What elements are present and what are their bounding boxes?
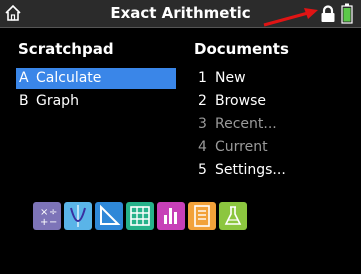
menu-item-calculate[interactable]: A Calculate bbox=[16, 68, 176, 89]
menu-item-settings[interactable]: 5 Settings... bbox=[198, 160, 338, 181]
svg-text:−: − bbox=[49, 217, 57, 228]
menu-item-label: Calculate bbox=[36, 70, 102, 86]
geometry-app-icon[interactable] bbox=[95, 202, 123, 230]
menu-item-key: 5 bbox=[198, 162, 207, 178]
calculator-app-icon[interactable]: × ÷ + − bbox=[33, 202, 61, 230]
menu-item-key: 4 bbox=[198, 139, 207, 155]
battery-icon bbox=[341, 3, 353, 24]
menu-item-recent[interactable]: 3 Recent... bbox=[198, 114, 338, 135]
scratchpad-heading: Scratchpad bbox=[18, 40, 114, 58]
vernier-dataquest-app-icon[interactable] bbox=[219, 202, 247, 230]
menu-item-new[interactable]: 1 New bbox=[198, 68, 338, 89]
annotation-arrow bbox=[263, 8, 318, 27]
lock-icon bbox=[321, 5, 335, 22]
svg-text:+: + bbox=[40, 217, 48, 228]
menu-item-current[interactable]: 4 Current bbox=[198, 137, 338, 158]
title-bar: Exact Arithmetic bbox=[0, 0, 361, 28]
menu-item-label: Graph bbox=[36, 93, 79, 109]
menu-item-label: Recent... bbox=[215, 116, 277, 132]
menu-item-label: Browse bbox=[215, 93, 266, 109]
lists-spreadsheet-app-icon[interactable] bbox=[126, 202, 154, 230]
menu-item-browse[interactable]: 2 Browse bbox=[198, 91, 338, 112]
menu-item-graph[interactable]: B Graph bbox=[16, 91, 176, 112]
documents-heading: Documents bbox=[194, 40, 289, 58]
menu-item-key: 2 bbox=[198, 93, 207, 109]
menu-item-key: A bbox=[19, 70, 29, 86]
data-statistics-app-icon[interactable] bbox=[157, 202, 185, 230]
menu-item-key: 1 bbox=[198, 70, 207, 86]
graphs-app-icon[interactable] bbox=[64, 202, 92, 230]
notes-app-icon[interactable] bbox=[188, 202, 216, 230]
menu-item-label: Settings... bbox=[215, 162, 286, 178]
menu-item-key: 3 bbox=[198, 116, 207, 132]
menu-item-label: Current bbox=[215, 139, 268, 155]
menu-item-label: New bbox=[215, 70, 246, 86]
menu-item-key: B bbox=[19, 93, 29, 109]
